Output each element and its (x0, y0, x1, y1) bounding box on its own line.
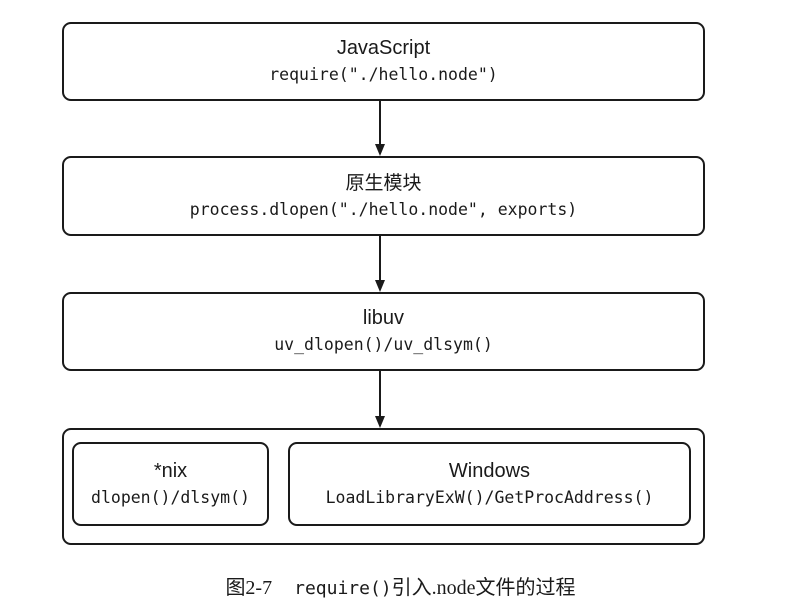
nix-platform-title: *nix (153, 459, 188, 482)
windows-platform-code: LoadLibraryExW()/GetProcAddress() (325, 487, 654, 507)
javascript-layer-title: JavaScript (336, 37, 431, 59)
caption-code: require() (294, 578, 392, 599)
arrow-down-1 (375, 101, 385, 156)
figure-caption: 图2-7 require()引入.node文件的过程 (0, 571, 801, 600)
caption-text: 引入.node文件的过程 (391, 577, 576, 599)
windows-platform-box: Windows LoadLibraryExW()/GetProcAddress(… (288, 442, 691, 526)
libuv-layer-code: uv_dlopen()/uv_dlsym() (274, 335, 493, 354)
libuv-layer-title: libuv (362, 307, 405, 329)
native-module-layer-box: 原生模块 process.dlopen("./hello.node", expo… (62, 156, 705, 236)
windows-platform-title: Windows (448, 459, 531, 482)
nix-platform-box: *nix dlopen()/dlsym() (72, 442, 269, 526)
native-module-layer-code: process.dlopen("./hello.node", exports) (189, 199, 578, 219)
nix-platform-code: dlopen()/dlsym() (91, 487, 250, 507)
native-module-layer-title: 原生模块 (345, 171, 422, 194)
arrow-down-2 (375, 236, 385, 292)
arrow-down-3 (375, 371, 385, 428)
libuv-layer-box: libuv uv_dlopen()/uv_dlsym() (62, 292, 705, 371)
figure-number: 图2-7 (225, 577, 273, 599)
javascript-layer-code: require("./hello.node") (269, 65, 498, 84)
javascript-layer-box: JavaScript require("./hello.node") (62, 22, 705, 101)
